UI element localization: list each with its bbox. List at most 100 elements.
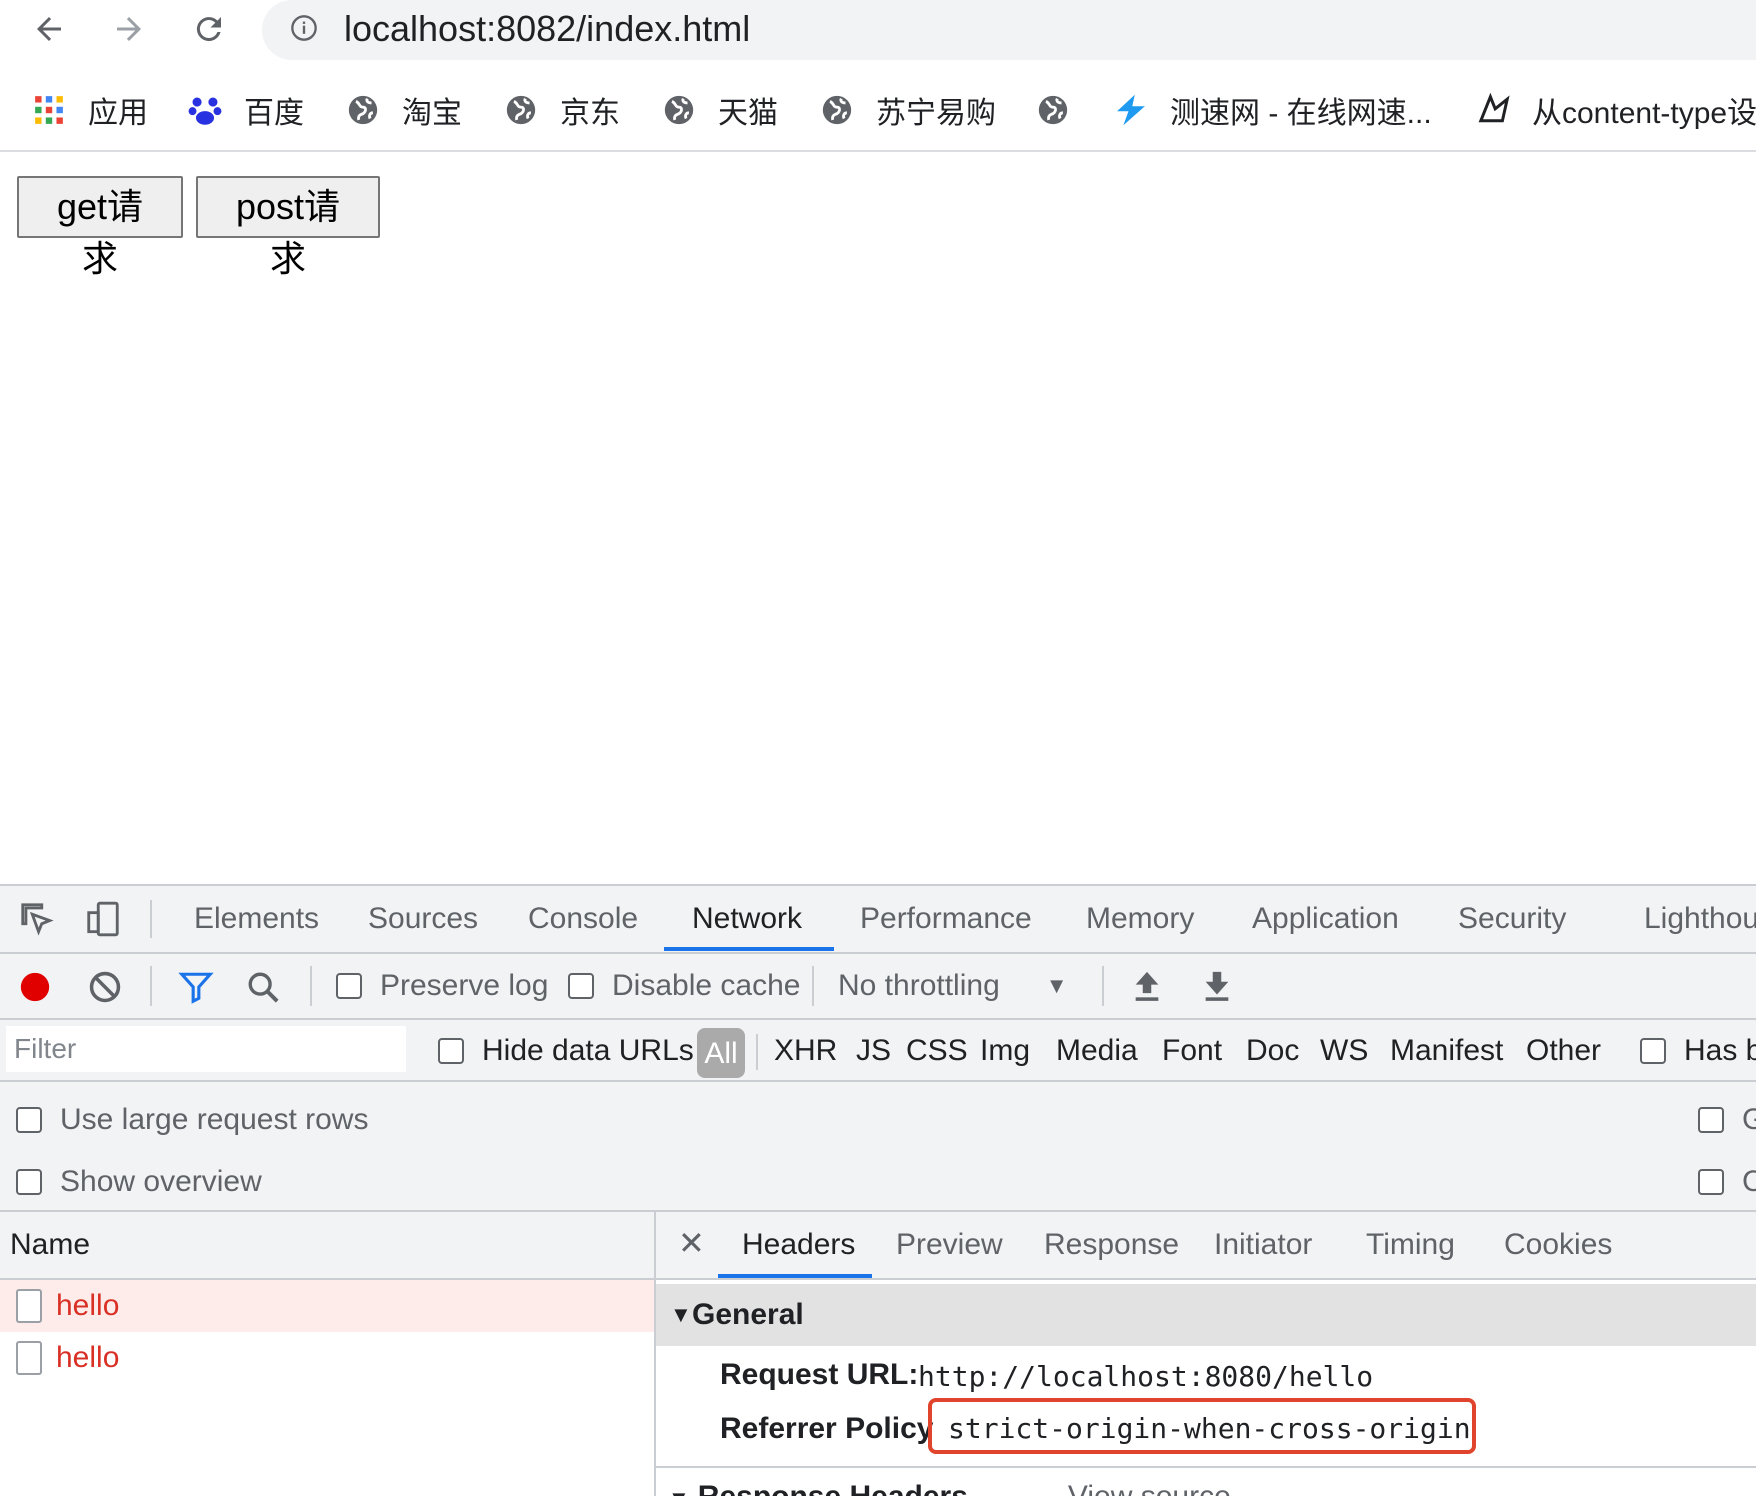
tab-headers[interactable]: Headers xyxy=(742,1212,855,1278)
checkbox[interactable] xyxy=(438,1038,464,1064)
bookmark-taobao[interactable]: 淘宝 xyxy=(344,80,462,140)
large-request-rows-checkbox[interactable]: Use large request rows xyxy=(16,1096,368,1144)
record-icon[interactable] xyxy=(18,970,52,1009)
tab-elements[interactable]: Elements xyxy=(194,886,319,952)
tab-security[interactable]: Security xyxy=(1458,886,1566,952)
checkbox[interactable] xyxy=(16,1107,42,1133)
divider xyxy=(150,900,152,938)
section-divider xyxy=(656,1466,1756,1468)
search-icon[interactable] xyxy=(246,970,280,1009)
bookmark-baidu[interactable]: 百度 xyxy=(186,80,304,140)
bird-logo-icon xyxy=(1476,91,1512,129)
tab-cookies[interactable]: Cookies xyxy=(1504,1212,1612,1278)
close-icon[interactable]: ✕ xyxy=(678,1224,705,1262)
hide-data-urls-checkbox[interactable]: Hide data URLs xyxy=(438,1026,694,1076)
filter-type-doc[interactable]: Doc xyxy=(1246,1020,1299,1080)
filter-type-other[interactable]: Other xyxy=(1526,1020,1601,1080)
url-text[interactable]: localhost:8082/index.html xyxy=(344,8,750,50)
hide-data-urls-label: Hide data URLs xyxy=(482,1034,694,1067)
checkbox[interactable] xyxy=(16,1169,42,1195)
request-row[interactable]: hello xyxy=(0,1280,654,1332)
back-button[interactable] xyxy=(24,6,74,52)
bookmark-tmall[interactable]: 天猫 xyxy=(660,80,778,140)
checkbox[interactable] xyxy=(568,973,594,999)
filter-type-all[interactable]: All xyxy=(697,1028,745,1078)
bookmarks-bar: 应用 百度 淘宝 京东 天猫 苏宁易购 测速网 - 在线网速... 从conte… xyxy=(0,80,1756,144)
bookmark-label: 应用 xyxy=(88,97,148,130)
divider xyxy=(1102,966,1104,1006)
checkbox[interactable] xyxy=(336,973,362,999)
chevron-down-icon: ▼ xyxy=(1045,973,1068,998)
tab-preview[interactable]: Preview xyxy=(896,1212,1003,1278)
devtools-tab-bar: Elements Sources Console Network Perform… xyxy=(0,886,1756,954)
view-source-link[interactable]: View source xyxy=(1068,1480,1231,1496)
device-toolbar-icon[interactable] xyxy=(84,900,122,943)
filter-type-img[interactable]: Img xyxy=(980,1020,1030,1080)
reload-icon xyxy=(196,17,221,42)
preserve-log-checkbox[interactable]: Preserve log xyxy=(336,964,548,1008)
filter-type-xhr[interactable]: XHR xyxy=(774,1020,837,1080)
checkbox[interactable] xyxy=(1698,1107,1724,1133)
checkbox[interactable] xyxy=(1698,1169,1724,1195)
show-overview-checkbox[interactable]: Show overview xyxy=(16,1158,262,1206)
divider xyxy=(150,966,152,1006)
tab-timing[interactable]: Timing xyxy=(1366,1212,1455,1278)
get-request-button[interactable]: get请求 xyxy=(17,176,183,279)
bookmark-label: 淘宝 xyxy=(402,97,462,130)
filter-type-manifest[interactable]: Manifest xyxy=(1390,1020,1503,1080)
filter-type-js[interactable]: JS xyxy=(856,1020,891,1080)
tab-response[interactable]: Response xyxy=(1044,1212,1179,1278)
response-headers-label: Response Headers xyxy=(698,1480,968,1496)
bookmark-label: 苏宁易购 xyxy=(876,97,996,130)
import-har-icon[interactable] xyxy=(1130,968,1164,1009)
large-rows-label: Use large request rows xyxy=(60,1103,369,1136)
preserve-log-label: Preserve log xyxy=(380,969,549,1002)
reload-button[interactable] xyxy=(184,6,234,52)
filter-type-font[interactable]: Font xyxy=(1162,1020,1222,1080)
bookmark-jd[interactable]: 京东 xyxy=(502,80,620,140)
group-by-frame-checkbox[interactable]: G xyxy=(1698,1096,1756,1144)
filter-type-media[interactable]: Media xyxy=(1056,1020,1138,1080)
bookmark-unnamed[interactable] xyxy=(1034,80,1092,140)
bookmark-content-type[interactable]: 从content-type设 xyxy=(1476,80,1756,140)
bookmark-apps[interactable]: 应用 xyxy=(30,80,148,140)
globe-icon xyxy=(502,91,540,129)
tab-initiator[interactable]: Initiator xyxy=(1214,1212,1312,1278)
capture-screenshots-checkbox[interactable]: C xyxy=(1698,1158,1756,1206)
filter-input[interactable] xyxy=(6,1026,406,1072)
general-section-header[interactable] xyxy=(656,1284,1756,1346)
site-info-icon[interactable] xyxy=(290,14,318,42)
filter-type-ws[interactable]: WS xyxy=(1320,1020,1368,1080)
forward-button[interactable] xyxy=(104,6,154,52)
back-arrow-icon xyxy=(37,17,61,41)
speedtest-logo-icon xyxy=(1112,91,1150,129)
bookmark-label: 天猫 xyxy=(718,97,778,130)
tab-application[interactable]: Application xyxy=(1252,886,1399,952)
disable-cache-checkbox[interactable]: Disable cache xyxy=(568,964,800,1008)
filter-funnel-icon[interactable] xyxy=(178,970,214,1009)
bookmark-speedtest[interactable]: 测速网 - 在线网速... xyxy=(1112,80,1432,140)
document-icon xyxy=(16,1289,42,1323)
tab-console[interactable]: Console xyxy=(528,886,638,952)
name-column-header[interactable]: Name xyxy=(10,1228,90,1262)
tab-performance[interactable]: Performance xyxy=(860,886,1032,952)
export-har-icon[interactable] xyxy=(1200,968,1234,1009)
tab-lighthouse[interactable]: Lighthouse xyxy=(1644,886,1756,952)
tab-sources[interactable]: Sources xyxy=(368,886,478,952)
network-toolbar: Preserve log Disable cache No throttling… xyxy=(0,954,1756,1020)
response-headers-section-title[interactable]: ▼ Response Headers View source xyxy=(668,1480,1231,1496)
post-request-button[interactable]: post请求 xyxy=(196,176,380,279)
has-blocked-cookies-checkbox[interactable]: Has b xyxy=(1640,1026,1756,1076)
annotation-highlight-box xyxy=(928,1398,1476,1454)
filter-type-css[interactable]: CSS xyxy=(906,1020,968,1080)
request-list-header: Name xyxy=(0,1212,654,1280)
request-row[interactable]: hello xyxy=(0,1332,654,1384)
tab-memory[interactable]: Memory xyxy=(1086,886,1194,952)
checkbox[interactable] xyxy=(1640,1038,1666,1064)
tab-network[interactable]: Network xyxy=(692,886,802,952)
inspect-element-icon[interactable] xyxy=(18,900,56,943)
clear-icon[interactable] xyxy=(88,970,122,1009)
throttling-select[interactable]: No throttling ▼ xyxy=(838,964,1068,1008)
bookmark-suning[interactable]: 苏宁易购 xyxy=(818,80,996,140)
active-tab-indicator xyxy=(664,947,834,951)
